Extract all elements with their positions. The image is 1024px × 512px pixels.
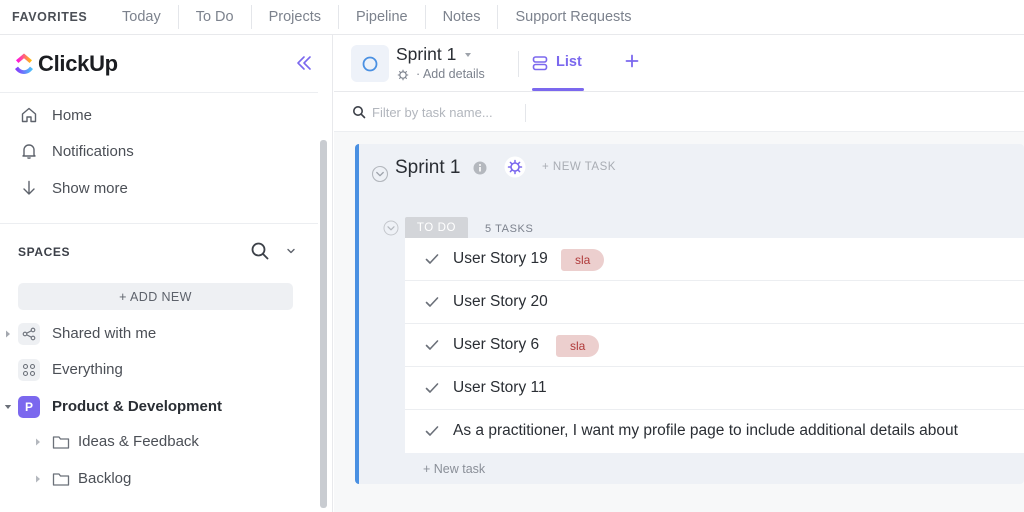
add-view-plus-icon[interactable] [625,54,639,68]
nav-home[interactable]: Home [0,100,318,130]
caret-right-icon[interactable] [4,329,12,339]
add-new-space-button[interactable]: + ADD NEW [18,283,293,310]
home-icon [19,105,39,125]
tree-everything-label: Everything [52,361,123,378]
caret-right-icon[interactable] [34,474,42,484]
task-name[interactable]: User Story 19 [453,250,548,268]
grid-icon [18,359,40,381]
logo-row: ClickUp [0,35,318,93]
folder-icon [52,436,70,449]
folder-icon [52,473,70,486]
tree-folder-label: Ideas & Feedback [78,433,199,450]
collapse-sidebar-icon[interactable] [294,53,314,73]
nav-show-more[interactable]: Show more [0,173,318,203]
nav-home-label: Home [52,106,93,124]
favorite-notes[interactable]: Notes [424,5,498,29]
search-icon[interactable] [250,241,270,261]
app-name: ClickUp [38,51,118,76]
search-icon [353,106,366,119]
filter-bar [334,92,1024,132]
add-details-label: Add details [422,67,485,81]
status-badge[interactable]: TO DO [405,217,468,238]
nav-notifications[interactable]: Notifications [0,136,318,166]
tree-shared-label: Shared with me [52,325,157,342]
task-row[interactable]: User Story 20 [405,281,1024,324]
favorites-bar: FAVORITES Today To Do Projects Pipeline … [0,0,1024,35]
active-tab-indicator [532,88,584,91]
share-icon [18,323,40,345]
add-details-link[interactable]: · Add details [416,67,485,81]
check-icon[interactable] [425,339,439,351]
task-name[interactable]: User Story 6 [453,336,539,354]
gear-icon [397,69,409,81]
favorites-title: FAVORITES [12,10,88,24]
chevron-down-icon[interactable] [285,245,297,257]
main-panel: Sprint 1 · Add details List Filter by ta… [334,35,1024,512]
sprint-group: Sprint 1 + NEW TASK TO DO 5 TASKS User S… [355,144,1024,484]
task-list: User Story 19 sla User Story 20 User Sto… [405,238,1024,453]
caret-right-icon[interactable] [34,437,42,447]
task-name[interactable]: User Story 20 [453,293,548,311]
task-name[interactable]: User Story 11 [453,379,547,397]
caret-down-icon[interactable] [464,52,472,58]
favorite-to-do[interactable]: To Do [177,5,251,29]
new-task-button[interactable]: + New task [423,462,485,476]
tree-everything[interactable]: Everything [0,355,318,385]
tree-folder-ideas-feedback[interactable]: Ideas & Feedback [0,427,318,457]
favorite-today[interactable]: Today [104,5,178,29]
tree-space-product-development[interactable]: P Product & Development [0,392,318,422]
sidebar-scrollbar[interactable] [320,140,327,508]
group-title[interactable]: Sprint 1 [395,157,460,179]
collapse-group-icon[interactable] [371,165,389,183]
page-title[interactable]: Sprint 1 [396,44,456,65]
new-task-header-button[interactable]: + NEW TASK [542,161,616,173]
space-avatar: P [18,396,40,418]
task-tag[interactable]: sla [556,335,600,357]
clickup-logo-icon[interactable] [12,52,36,76]
task-count: 5 TASKS [485,223,534,235]
info-icon[interactable] [473,161,487,175]
sprint-gear-icon[interactable] [504,156,526,178]
sidebar: ClickUp Home Notifications Show more SPA… [0,35,333,512]
tree-folder-backlog[interactable]: Backlog [0,464,318,494]
task-tag[interactable]: sla [561,249,605,271]
check-icon[interactable] [425,382,439,394]
bell-icon [19,141,39,161]
check-icon[interactable] [425,425,439,437]
tab-list[interactable]: List [532,35,584,92]
task-row[interactable]: User Story 6 sla [405,324,1024,367]
sidebar-divider [0,223,318,224]
favorite-pipeline[interactable]: Pipeline [337,5,425,29]
favorite-projects[interactable]: Projects [250,5,338,29]
tree-folder-label: Backlog [78,470,132,487]
nav-notifications-label: Notifications [52,142,134,160]
arrow-down-icon [19,178,39,198]
task-row[interactable]: User Story 11 [405,367,1024,410]
list-icon [532,56,548,71]
spaces-title: SPACES [18,245,71,259]
view-header: Sprint 1 · Add details List [334,35,1024,92]
nav-show-more-label: Show more [52,179,128,197]
collapse-status-icon[interactable] [383,220,399,236]
task-name[interactable]: As a practitioner, I want my profile pag… [453,422,958,440]
filter-separator [525,104,526,122]
tree-space-label: Product & Development [52,398,223,415]
filter-task-input[interactable] [372,102,522,122]
tree-shared-with-me[interactable]: Shared with me [0,319,318,349]
sprint-status-icon[interactable] [351,45,389,82]
tab-list-label: List [556,54,582,70]
task-row[interactable]: As a practitioner, I want my profile pag… [405,410,1024,453]
task-row[interactable]: User Story 19 sla [405,238,1024,281]
check-icon[interactable] [425,253,439,265]
check-icon[interactable] [425,296,439,308]
view-separator [518,51,519,77]
caret-down-icon[interactable] [4,402,12,412]
favorite-support-requests[interactable]: Support Requests [497,5,648,29]
